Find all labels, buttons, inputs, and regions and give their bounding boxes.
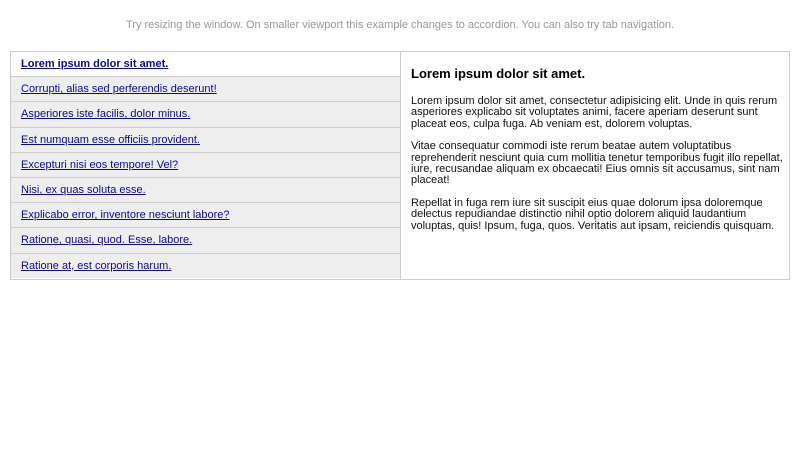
tab-6: Nisi, ex quas soluta esse. xyxy=(11,177,400,204)
tab-link-7[interactable]: Explicabo error, inventore nesciunt labo… xyxy=(21,209,230,221)
instruction-hint: Try resizing the window. On smaller view… xyxy=(125,19,675,31)
tab-8: Ratione, quasi, quod. Esse, labore. xyxy=(11,228,400,254)
panel-paragraph-1: Lorem ipsum dolor sit amet, consectetur … xyxy=(411,95,778,130)
tab-panel: Lorem ipsum dolor sit amet. Lorem ipsum … xyxy=(401,52,789,243)
panel-title: Lorem ipsum dolor sit amet. xyxy=(411,66,586,81)
panel-paragraph-3: Repellat in fuga rem iure sit suscipit e… xyxy=(411,196,775,232)
tab-3: Asperiores iste facilis, dolor minus. xyxy=(11,102,400,128)
tab-link-9[interactable]: Ratione at, est corporis harum. xyxy=(21,260,171,272)
tab-link-5[interactable]: Excepturi nisi eos tempore! Vel? xyxy=(21,159,178,171)
tab-list: Lorem ipsum dolor sit amet. Corrupti, al… xyxy=(11,52,401,279)
tab-4: Est numquam esse officiis provident. xyxy=(11,127,400,153)
tab-link-6[interactable]: Nisi, ex quas soluta esse. xyxy=(21,184,146,196)
panel-paragraph-2: Vitae consequatur commodi iste rerum bea… xyxy=(411,140,783,187)
tab-5: Excepturi nisi eos tempore! Vel? xyxy=(11,152,400,178)
tab-link-8[interactable]: Ratione, quasi, quod. Esse, labore. xyxy=(21,234,192,246)
tab-9: Ratione at, est corporis harum. xyxy=(11,253,400,278)
tab-7: Explicabo error, inventore nesciunt labo… xyxy=(11,203,400,229)
tabs-widget: Lorem ipsum dolor sit amet. Corrupti, al… xyxy=(10,51,790,280)
tab-2: Corrupti, alias sed perferendis deserunt… xyxy=(11,77,400,103)
tab-1: Lorem ipsum dolor sit amet. xyxy=(11,52,400,78)
tab-link-1[interactable]: Lorem ipsum dolor sit amet. xyxy=(21,58,168,70)
tab-link-4[interactable]: Est numquam esse officiis provident. xyxy=(21,134,200,146)
tab-link-3[interactable]: Asperiores iste facilis, dolor minus. xyxy=(21,108,190,120)
tab-link-2[interactable]: Corrupti, alias sed perferendis deserunt… xyxy=(21,83,217,95)
